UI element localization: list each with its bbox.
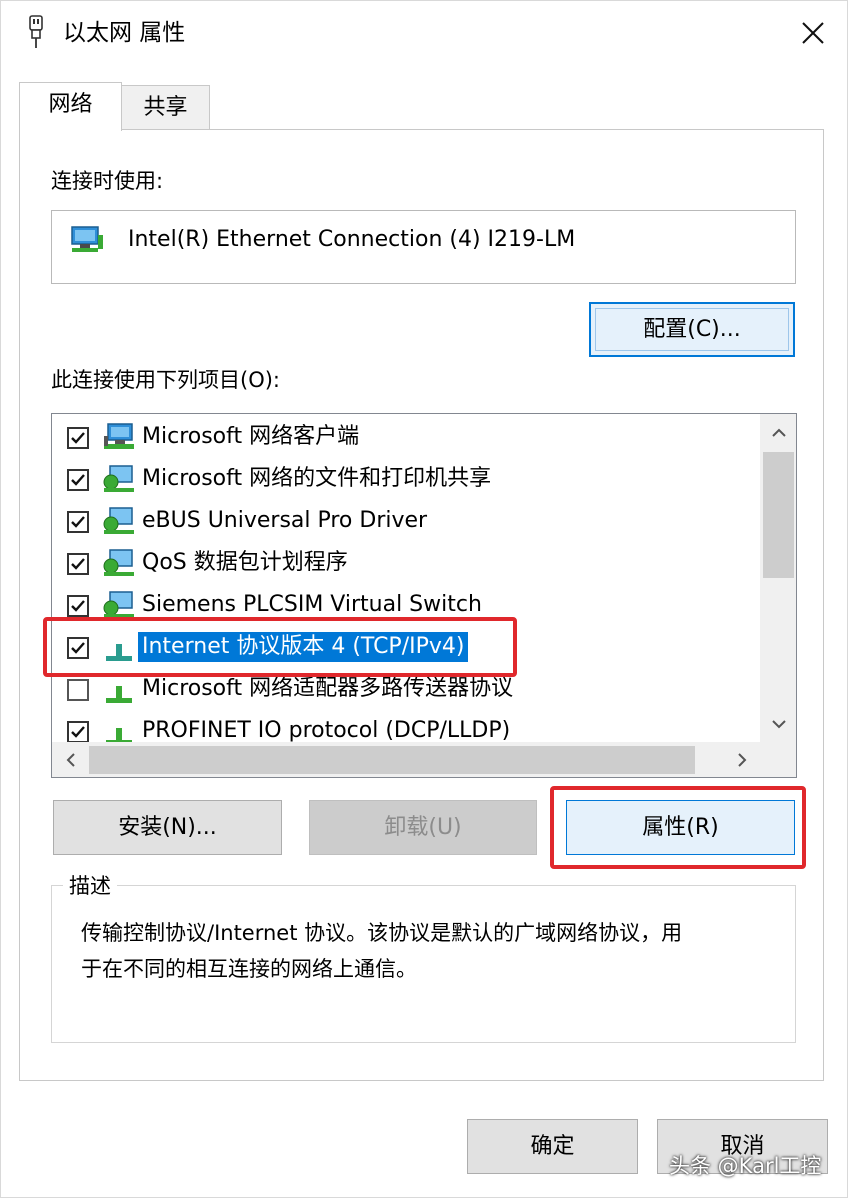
ethernet-cable-icon: [29, 15, 43, 48]
checkbox[interactable]: [67, 427, 89, 449]
tab-sharing[interactable]: 共享: [121, 85, 210, 129]
scrollbar-corner: [760, 742, 796, 777]
list-item[interactable]: eBUS Universal Pro Driver: [52, 501, 760, 543]
scroll-up-button[interactable]: [760, 414, 796, 451]
chevron-right-icon: [737, 753, 746, 767]
list-item[interactable]: Microsoft 网络客户端: [52, 417, 760, 459]
ok-button[interactable]: 确定: [467, 1119, 638, 1174]
items-section-label: 此连接使用下列项目(O):: [51, 368, 280, 392]
checkmark-icon: [71, 726, 85, 738]
chevron-up-icon: [771, 428, 786, 437]
uninstall-button[interactable]: 卸载(U): [309, 800, 537, 855]
window-title: 以太网 属性: [63, 20, 186, 46]
protocol-icon: [106, 728, 132, 742]
network-client-icon: [104, 423, 134, 449]
adapter-box: Intel(R) Ethernet Connection (4) I219-LM: [51, 210, 796, 284]
scroll-left-button[interactable]: [52, 742, 89, 777]
connect-using-label: 连接时使用:: [51, 169, 164, 193]
checkmark-icon: [71, 558, 85, 570]
list-item-label: Microsoft 网络的文件和打印机共享: [142, 466, 492, 491]
highlight-box-ipv4: [43, 617, 517, 677]
scroll-right-button[interactable]: [723, 742, 760, 777]
list-item[interactable]: Microsoft 网络的文件和打印机共享: [52, 459, 760, 501]
scroll-down-button[interactable]: [760, 705, 796, 742]
vertical-scrollbar[interactable]: [760, 414, 796, 742]
list-item-label: Microsoft 网络适配器多路传送器协议: [142, 676, 514, 701]
list-item-label: Siemens PLCSIM Virtual Switch: [142, 592, 482, 617]
list-item[interactable]: QoS 数据包计划程序: [52, 543, 760, 585]
checkbox[interactable]: [67, 511, 89, 533]
protocol-icon: [106, 686, 132, 703]
network-adapter-icon: [71, 226, 103, 252]
horizontal-scrollbar[interactable]: [52, 742, 760, 777]
horizontal-scroll-thumb[interactable]: [89, 746, 695, 774]
close-icon: [802, 22, 824, 44]
checkbox[interactable]: [67, 679, 89, 701]
tab-network[interactable]: 网络: [19, 82, 122, 131]
list-item-label: Microsoft 网络客户端: [142, 424, 360, 449]
description-legend: 描述: [63, 871, 117, 901]
checkmark-icon: [71, 474, 85, 486]
configure-button[interactable]: 配置(C)...: [589, 302, 795, 357]
list-item-label: PROFINET IO protocol (DCP/LLDP): [142, 718, 511, 742]
chevron-down-icon: [771, 719, 786, 728]
components-list[interactable]: Microsoft 网络客户端 Microsoft 网络的文件和打印机共享 eB…: [51, 413, 797, 778]
watermark: 头条 @Karl工控: [669, 1154, 822, 1178]
description-line-1: 传输控制协议/Internet 协议。该协议是默认的广域网络协议，用: [81, 921, 683, 945]
description-line-2: 于在不同的相互连接的网络上通信。: [81, 957, 417, 981]
checkbox[interactable]: [67, 721, 89, 742]
install-button[interactable]: 安装(N)...: [53, 800, 282, 855]
list-item-label: eBUS Universal Pro Driver: [142, 508, 428, 533]
checkmark-icon: [71, 432, 85, 444]
components-list-viewport: Microsoft 网络客户端 Microsoft 网络的文件和打印机共享 eB…: [52, 414, 760, 742]
checkbox[interactable]: [67, 595, 89, 617]
title-bar[interactable]: 以太网 属性: [1, 1, 847, 65]
list-item-label: QoS 数据包计划程序: [142, 550, 348, 575]
list-item[interactable]: PROFINET IO protocol (DCP/LLDP): [52, 711, 760, 742]
close-button[interactable]: [789, 9, 837, 57]
network-service-icon: [103, 507, 134, 534]
checkmark-icon: [71, 516, 85, 528]
checkmark-icon: [71, 600, 85, 612]
checkbox[interactable]: [67, 469, 89, 491]
chevron-left-icon: [66, 753, 75, 767]
ethernet-properties-dialog: 以太网 属性 网络 共享 连接时使用: Intel(R) Ethernet Co…: [0, 0, 848, 1198]
checkbox[interactable]: [67, 553, 89, 575]
description-text: 传输控制协议/Internet 协议。该协议是默认的广域网络协议，用 于在不同的…: [81, 915, 781, 987]
configure-focus-ring: [595, 308, 789, 351]
vertical-scroll-thumb[interactable]: [763, 452, 794, 578]
adapter-name: Intel(R) Ethernet Connection (4) I219-LM: [128, 227, 576, 252]
network-service-icon: [103, 549, 134, 576]
highlight-box-properties: [550, 786, 806, 869]
network-service-icon: [103, 465, 134, 492]
